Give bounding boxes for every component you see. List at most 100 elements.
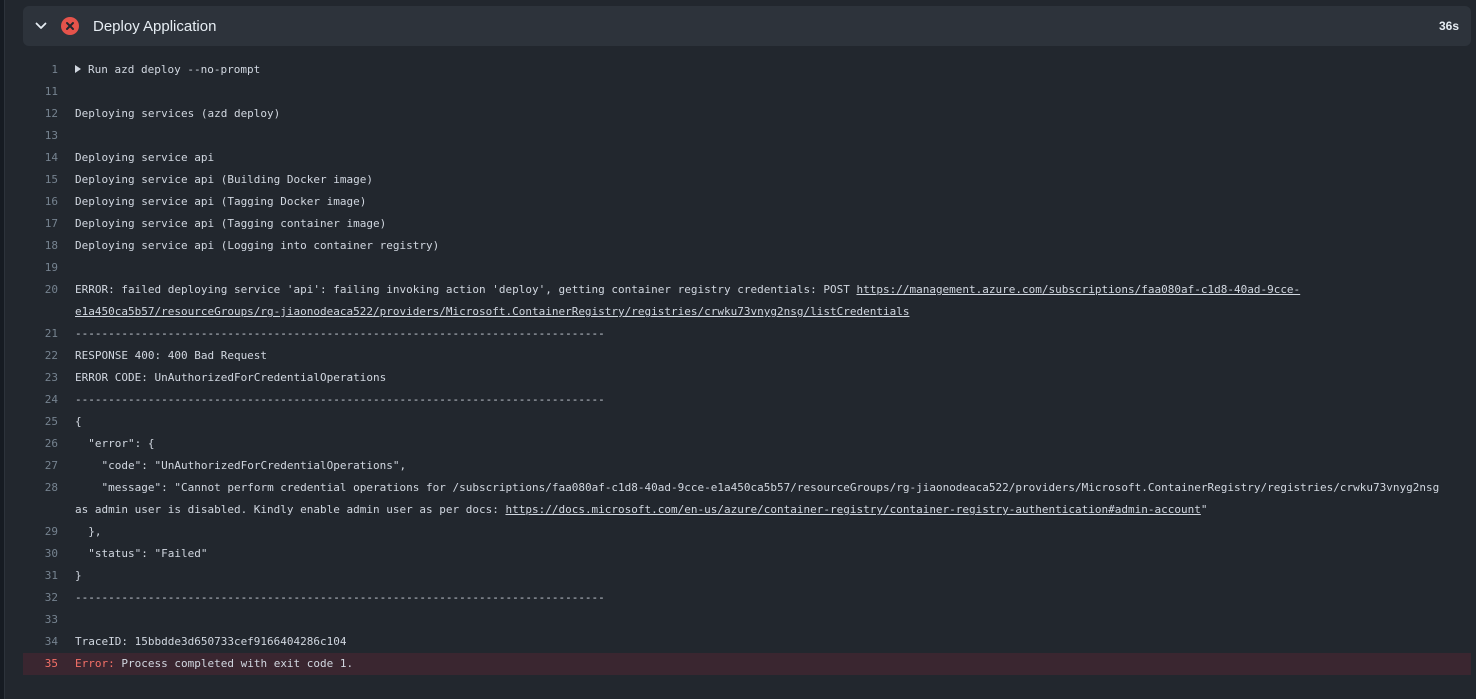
- line-number[interactable]: 15: [23, 169, 75, 191]
- line-number[interactable]: 33: [23, 609, 75, 631]
- log-line: 33: [23, 609, 1471, 631]
- log-line: 12 Deploying services (azd deploy): [23, 103, 1471, 125]
- line-text: Deploying service api (Tagging container…: [75, 213, 1471, 235]
- line-text: TraceID: 15bbdde3d650733cef9166404286c10…: [75, 631, 1471, 653]
- log-line: 27 "code": "UnAuthorizedForCredentialOpe…: [23, 455, 1471, 477]
- line-text: ERROR CODE: UnAuthorizedForCredentialOpe…: [75, 367, 1471, 389]
- line-text: Deploying service api (Tagging Docker im…: [75, 191, 1471, 213]
- error-prefix: Error:: [75, 657, 115, 670]
- log-line: 30 "status": "Failed": [23, 543, 1471, 565]
- log-output: 1 Run azd deploy --no-prompt 11 12 Deploying…: [23, 59, 1471, 675]
- line-number[interactable]: 14: [23, 147, 75, 169]
- log-group-toggle[interactable]: 1 Run azd deploy --no-prompt: [23, 59, 1471, 81]
- line-text: {: [75, 411, 1471, 433]
- line-number[interactable]: 21: [23, 323, 75, 345]
- line-text-content: Deploying service api (Tagging Docker im…: [75, 195, 367, 208]
- log-line: 32 --------------------------------------…: [23, 587, 1471, 609]
- line-text-content: }: [75, 569, 82, 582]
- line-text-content: Run azd deploy --no-prompt: [88, 63, 261, 76]
- log-line: 22 RESPONSE 400: 400 Bad Request: [23, 345, 1471, 367]
- line-text-content: ----------------------------------------…: [75, 327, 605, 340]
- line-text: "message": "Cannot perform credential op…: [75, 477, 1471, 521]
- log-line: 13: [23, 125, 1471, 147]
- log-line: 17 Deploying service api (Tagging contain…: [23, 213, 1471, 235]
- line-text: [75, 257, 1471, 279]
- log-line: 20 ERROR: failed deploying service 'api':…: [23, 279, 1471, 323]
- line-text-segment: ": [1200, 503, 1208, 516]
- line-number[interactable]: 28: [23, 477, 75, 521]
- line-number[interactable]: 13: [23, 125, 75, 147]
- line-text: [75, 81, 1471, 103]
- line-number[interactable]: 27: [23, 455, 75, 477]
- line-number[interactable]: 23: [23, 367, 75, 389]
- log-line: 23 ERROR CODE: UnAuthorizedForCredentialO…: [23, 367, 1471, 389]
- line-text-content: "code": "UnAuthorizedForCredentialOperat…: [75, 459, 407, 472]
- line-text-content: "status": "Failed": [75, 547, 208, 560]
- line-number[interactable]: 30: [23, 543, 75, 565]
- line-text: ----------------------------------------…: [75, 587, 1471, 609]
- line-text: ----------------------------------------…: [75, 389, 1471, 411]
- line-text: Deploying service api (Logging into cont…: [75, 235, 1471, 257]
- line-text-content: RESPONSE 400: 400 Bad Request: [75, 349, 268, 362]
- line-text: Deploying service api: [75, 147, 1471, 169]
- line-number[interactable]: 20: [23, 279, 75, 323]
- line-text-content: ERROR CODE: UnAuthorizedForCredentialOpe…: [75, 371, 387, 384]
- log-link[interactable]: https://docs.microsoft.com/en-us/azure/c…: [505, 503, 1200, 516]
- line-number[interactable]: 26: [23, 433, 75, 455]
- line-text-content: Deploying service api (Tagging container…: [75, 217, 387, 230]
- step-duration: 36s: [1438, 19, 1459, 33]
- line-number[interactable]: 35: [23, 653, 75, 675]
- line-number[interactable]: 16: [23, 191, 75, 213]
- line-text-content: TraceID: 15bbdde3d650733cef9166404286c10…: [75, 635, 347, 648]
- line-text-content: Deploying service api (Building Docker i…: [75, 173, 374, 186]
- log-line: 25{: [23, 411, 1471, 433]
- line-number[interactable]: 18: [23, 235, 75, 257]
- line-number[interactable]: 22: [23, 345, 75, 367]
- line-text: Deploying service api (Building Docker i…: [75, 169, 1471, 191]
- log-line: 16 Deploying service api (Tagging Docker …: [23, 191, 1471, 213]
- expand-triangle-icon[interactable]: [75, 65, 81, 73]
- line-text: Run azd deploy --no-prompt: [75, 59, 1471, 81]
- log-line: 34 TraceID: 15bbdde3d650733cef9166404286c…: [23, 631, 1471, 653]
- line-text: }: [75, 565, 1471, 587]
- log-line: 21 --------------------------------------…: [23, 323, 1471, 345]
- log-line: 29 },: [23, 521, 1471, 543]
- chevron-down-icon[interactable]: [33, 18, 49, 34]
- line-text-content: "error": {: [75, 437, 155, 450]
- log-line: 18 Deploying service api (Logging into co…: [23, 235, 1471, 257]
- line-number[interactable]: 11: [23, 81, 75, 103]
- log-line: 19: [23, 257, 1471, 279]
- job-log-panel: Deploy Application 36s 1 Run azd deploy -…: [4, 0, 1476, 699]
- log-line: 24 --------------------------------------…: [23, 389, 1471, 411]
- log-line: 31}: [23, 565, 1471, 587]
- line-number[interactable]: 34: [23, 631, 75, 653]
- line-text-content: ----------------------------------------…: [75, 393, 605, 406]
- log-line: 11: [23, 81, 1471, 103]
- log-line-error: 35 Error: Process completed with exit cod…: [23, 653, 1471, 675]
- line-text: RESPONSE 400: 400 Bad Request: [75, 345, 1471, 367]
- line-number[interactable]: 1: [23, 59, 75, 81]
- log-line: 14 Deploying service api: [23, 147, 1471, 169]
- line-text: [75, 125, 1471, 147]
- line-text: Error: Process completed with exit code …: [75, 653, 1471, 675]
- line-text: "status": "Failed": [75, 543, 1471, 565]
- line-text-content: Deploying service api (Logging into cont…: [75, 239, 440, 252]
- line-number[interactable]: 31: [23, 565, 75, 587]
- line-number[interactable]: 24: [23, 389, 75, 411]
- line-number[interactable]: 12: [23, 103, 75, 125]
- line-text: Deploying services (azd deploy): [75, 103, 1471, 125]
- log-line: 26 "error": {: [23, 433, 1471, 455]
- line-text: },: [75, 521, 1471, 543]
- line-text-content: },: [75, 525, 102, 538]
- line-number[interactable]: 32: [23, 587, 75, 609]
- line-text: ERROR: failed deploying service 'api': f…: [75, 279, 1471, 323]
- line-number[interactable]: 25: [23, 411, 75, 433]
- line-number[interactable]: 19: [23, 257, 75, 279]
- line-number[interactable]: 29: [23, 521, 75, 543]
- line-text-content: Deploying service api: [75, 151, 215, 164]
- line-text-content: Process completed with exit code 1.: [114, 657, 354, 670]
- step-header-deploy-application[interactable]: Deploy Application 36s: [23, 6, 1471, 46]
- line-number[interactable]: 17: [23, 213, 75, 235]
- line-text: "code": "UnAuthorizedForCredentialOperat…: [75, 455, 1471, 477]
- line-text-content: Deploying services (azd deploy): [75, 107, 281, 120]
